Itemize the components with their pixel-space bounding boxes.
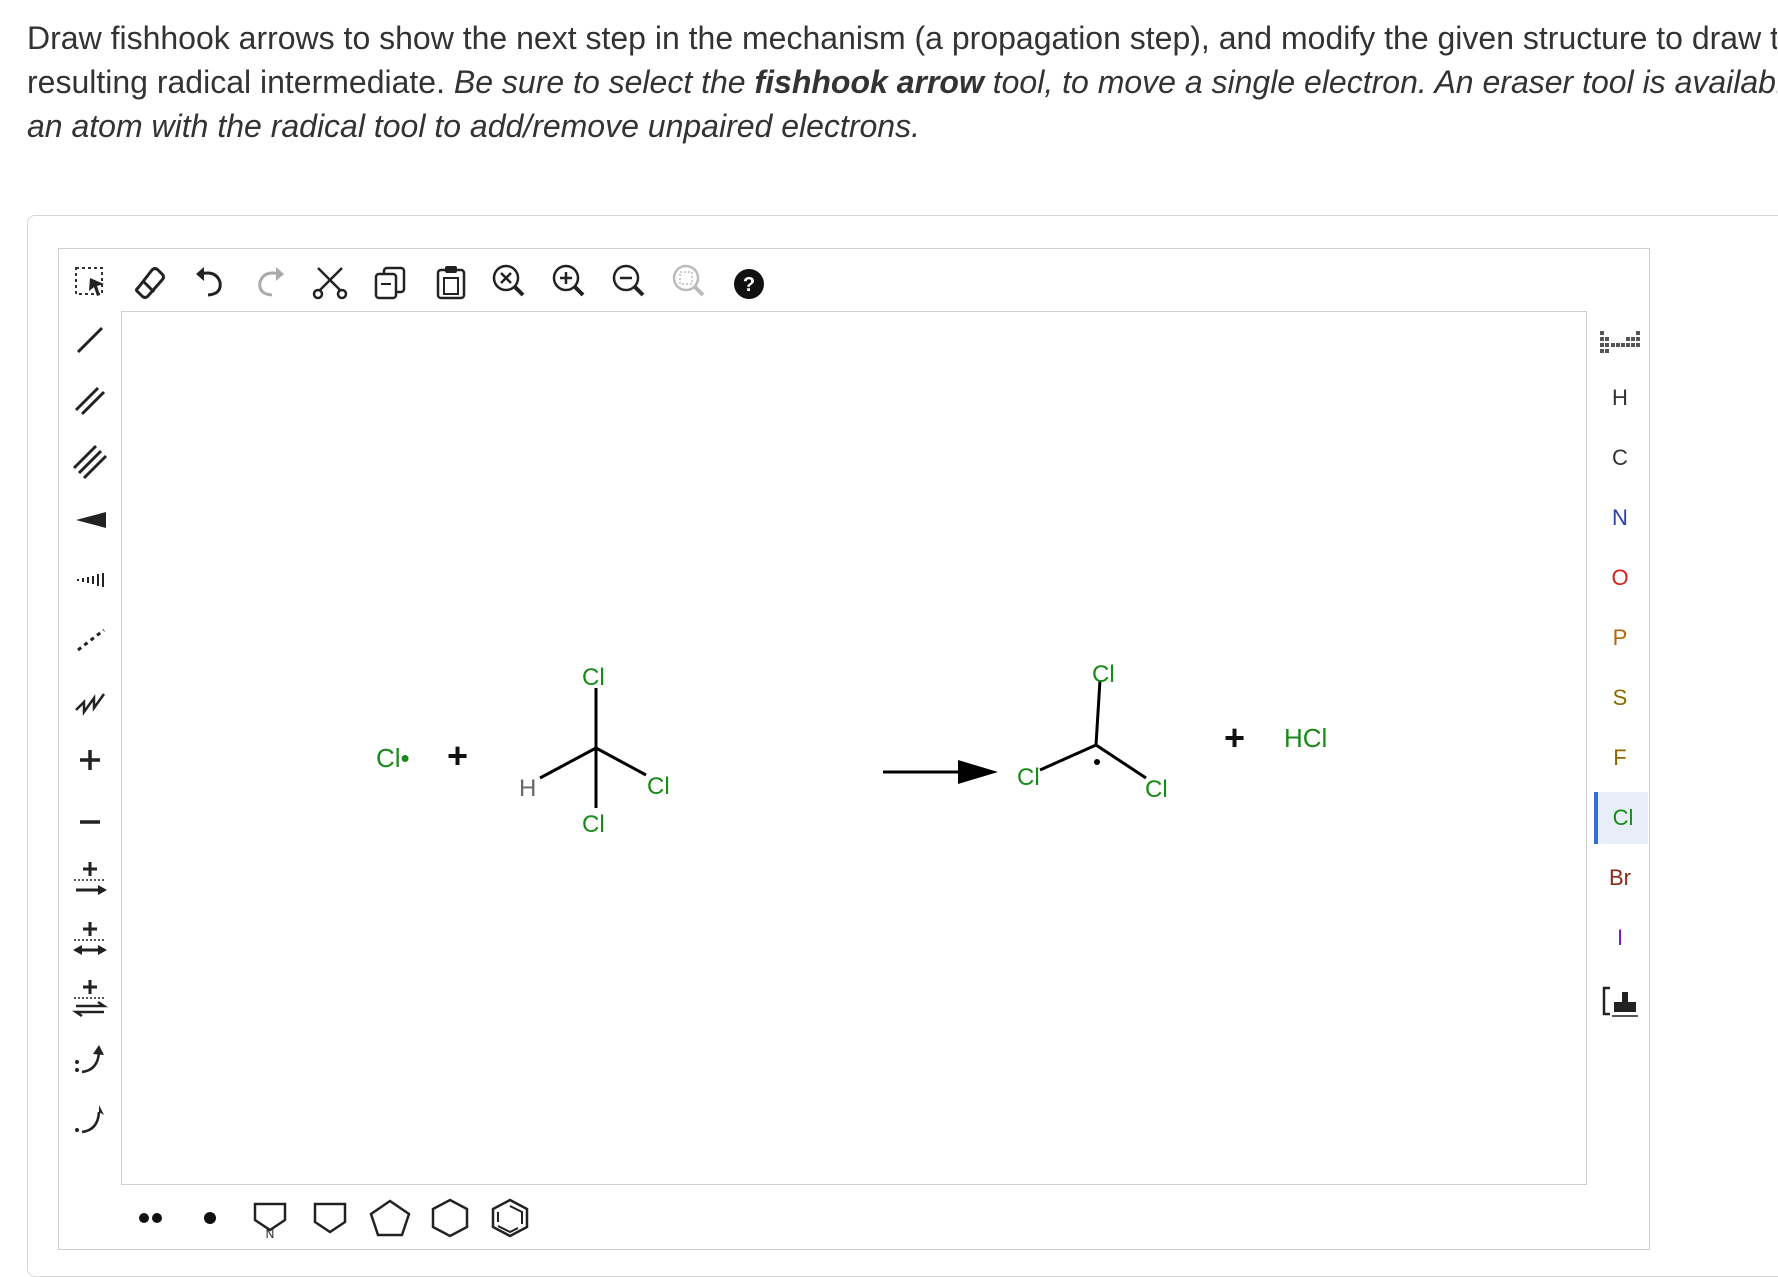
hydrogen-chloride[interactable]: HCl: [1284, 723, 1327, 753]
reaction-scheme: Cl• + Cl H Cl Cl Cl Cl Cl + HCl: [376, 661, 1327, 838]
product-atom-right[interactable]: Cl: [1145, 776, 1168, 803]
product-bond-left: [1039, 743, 1097, 772]
product-bond-right: [1095, 743, 1147, 780]
product-atom-left[interactable]: Cl: [1017, 764, 1040, 791]
reactant-bond-right: [595, 746, 647, 777]
reactant-atom-right[interactable]: Cl: [647, 773, 670, 800]
plus-sign-2: +: [1224, 717, 1245, 758]
reactant-atom-top[interactable]: Cl: [582, 664, 605, 691]
product-bond-top: [1094, 679, 1102, 746]
reactant-molecule[interactable]: Cl H Cl Cl: [519, 664, 670, 838]
product-radical-dot: [1094, 759, 1100, 765]
chlorine-radical[interactable]: Cl•: [376, 743, 410, 773]
reactant-atom-bottom[interactable]: Cl: [582, 811, 605, 838]
plus-sign-1: +: [447, 735, 468, 776]
product-atom-top[interactable]: Cl: [1092, 661, 1115, 688]
reactant-atom-left[interactable]: H: [519, 775, 536, 802]
reaction-arrow[interactable]: [883, 760, 998, 784]
reactant-bond-left: [539, 746, 597, 780]
product-molecule[interactable]: Cl Cl Cl: [1017, 661, 1168, 803]
